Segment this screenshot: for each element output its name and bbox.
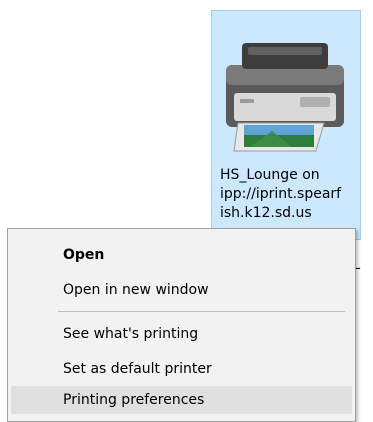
menu-item-open[interactable]: Open (11, 241, 352, 269)
context-menu: Open Open in new window See what's print… (7, 228, 356, 422)
menu-item-open-in-new-window[interactable]: Open in new window (11, 276, 352, 304)
menu-item-printing-preferences[interactable]: Printing preferences (11, 386, 352, 414)
menu-item-set-as-default-printer[interactable]: Set as default printer (11, 355, 352, 383)
menu-item-see-whats-printing[interactable]: See what's printing (11, 320, 352, 348)
printer-name-label: HS_Lounge on ipp://iprint.spearf ish.k12… (220, 166, 360, 223)
printer-name-line-3: ish.k12.sd.us (220, 205, 312, 221)
printer-name-line-1: HS_Lounge on (220, 167, 320, 183)
printer-icon (226, 43, 344, 152)
printer-tile-hs-lounge[interactable]: HS_Lounge on ipp://iprint.spearf ish.k12… (211, 10, 361, 240)
printer-name-line-2: ipp://iprint.spearf (220, 186, 342, 202)
menu-separator (58, 311, 345, 312)
